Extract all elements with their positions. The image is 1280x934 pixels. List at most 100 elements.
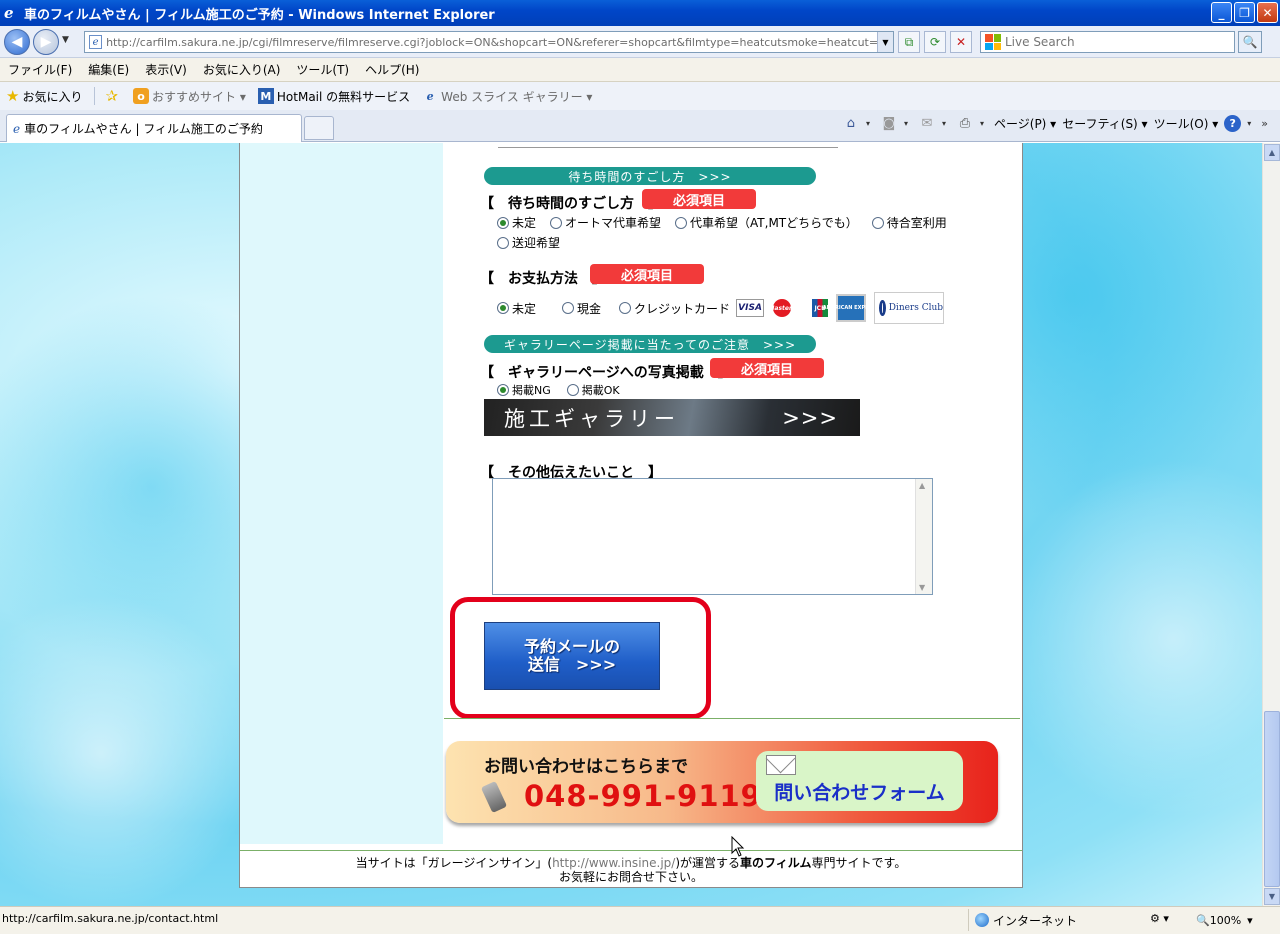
favorites-label: お気に入り <box>22 89 83 104</box>
payment-options: 未定 現金 クレジットカード VISA MasterCard JCB AMERI… <box>497 292 952 324</box>
feeds-icon[interactable]: ◙ <box>880 114 898 132</box>
page-menu[interactable]: ページ(P) ▾ <box>994 115 1056 132</box>
back-button[interactable]: ◀ <box>4 29 30 55</box>
wait-option-undecided[interactable]: 未定 <box>497 214 536 231</box>
gallery-option-ng[interactable]: 掲載NG <box>497 382 551 398</box>
payment-option-undecided[interactable]: 未定 <box>497 300 536 317</box>
radio-button[interactable] <box>675 216 688 229</box>
option-label: 代車希望（AT,MTどちらでも） <box>690 216 858 230</box>
radio-button[interactable] <box>497 302 509 314</box>
scroll-down-icon[interactable]: ▼ <box>1264 888 1280 905</box>
home-icon[interactable]: ⌂ <box>842 114 860 132</box>
radio-button[interactable] <box>497 236 509 249</box>
page-scrollbar[interactable]: ▲ ▼ <box>1262 143 1280 906</box>
footer-link[interactable]: http://www.insine.jp/ <box>552 856 675 870</box>
scroll-up-icon[interactable]: ▲ <box>919 481 925 490</box>
scroll-thumb[interactable] <box>1264 711 1280 887</box>
add-favorite-icon: ✰ <box>105 87 119 105</box>
payment-option-credit[interactable]: クレジットカード <box>619 300 730 317</box>
payment-option-cash[interactable]: 現金 <box>562 300 601 317</box>
refresh-icon[interactable]: ⟳ <box>924 31 946 53</box>
contact-phone: 048-991-9119 <box>524 779 762 813</box>
radio-button[interactable] <box>550 216 563 229</box>
address-dropdown-icon[interactable]: ▼ <box>877 32 893 52</box>
page-icon: e <box>89 35 103 49</box>
separator <box>94 87 96 105</box>
maximize-button[interactable]: ❐ <box>1234 2 1255 23</box>
footer: 当サイトは「ガレージインサイン」(http://www.insine.jp/)が… <box>240 856 1022 884</box>
footer-line1: 当サイトは「ガレージインサイン」(http://www.insine.jp/)が… <box>240 856 1022 870</box>
radio-button[interactable] <box>619 302 632 314</box>
wait-option-auto-car[interactable]: オートマ代車希望 <box>550 214 661 231</box>
visa-logo: VISA <box>736 299 765 317</box>
title-bar: e 車のフィルムやさん | フィルム施工のご予約 - Windows Inter… <box>0 0 1280 26</box>
search-icon[interactable]: 🔍 <box>1238 31 1262 53</box>
suggested-sites-link[interactable]: o おすすめサイト ▾ <box>133 88 246 105</box>
hotmail-link[interactable]: M HotMail の無料サービス <box>257 88 411 105</box>
chevron-icon[interactable]: » <box>1261 117 1268 130</box>
option-label: 現金 <box>577 301 602 316</box>
contact-form-button[interactable]: 問い合わせフォーム <box>756 751 963 811</box>
gallery-option-ok[interactable]: 掲載OK <box>566 382 620 398</box>
menu-tools[interactable]: ツール(T) <box>296 61 349 78</box>
menu-edit[interactable]: 編集(E) <box>88 61 129 78</box>
textarea-scrollbar[interactable]: ▲ ▼ <box>915 479 932 594</box>
gallery-section-bar[interactable]: ギャラリーページ掲載に当たってのご注意 >>> <box>484 335 816 353</box>
wait-option-pickup[interactable]: 送迎希望 <box>497 234 560 251</box>
close-button[interactable]: ✕ <box>1257 2 1278 23</box>
help-icon[interactable]: ? <box>1224 114 1242 132</box>
stop-icon[interactable]: ✕ <box>950 31 972 53</box>
footer-line2: お気軽にお問合せ下さい。 <box>558 870 703 884</box>
history-dropdown-icon[interactable]: ▼ <box>62 35 69 45</box>
radio-button[interactable] <box>562 302 575 314</box>
compatibility-view-icon[interactable]: ⧉ <box>898 31 920 53</box>
mail-icon[interactable]: ✉ <box>918 114 936 132</box>
tools-menu[interactable]: ツール(O) ▾ <box>1154 115 1219 132</box>
protected-mode-icon[interactable]: ⚙ ▾ <box>1150 912 1169 925</box>
safety-menu[interactable]: セーフティ(S) ▾ <box>1062 115 1147 132</box>
forward-button[interactable]: ▶ <box>33 29 59 55</box>
send-reservation-button[interactable]: 予約メールの 送信 >>> <box>484 622 660 690</box>
search-box[interactable] <box>980 31 1235 53</box>
window-title: 車のフィルムやさん | フィルム施工のご予約 - Windows Interne… <box>24 7 495 23</box>
zoom-control[interactable]: 🔍 100% ▾ <box>1196 909 1253 931</box>
page-content: 待ち時間のすごし方 >>> 【 待ち時間のすごし方 】 必須項目 未定 オートマ… <box>239 143 1023 888</box>
option-label: 待合室利用 <box>886 216 947 230</box>
comments-textarea[interactable]: ▲ ▼ <box>492 478 933 595</box>
radio-button[interactable] <box>871 216 884 229</box>
footer-divider <box>240 850 1022 851</box>
menu-favorites[interactable]: お気に入り(A) <box>203 61 281 78</box>
hotmail-label: HotMail の無料サービス <box>276 89 411 104</box>
scroll-down-icon[interactable]: ▼ <box>919 583 925 592</box>
tab-current[interactable]: e 車のフィルムやさん | フィルム施工のご予約 <box>6 114 302 142</box>
contact-lead: お問い合わせはこちらまで <box>484 757 688 777</box>
radio-button[interactable] <box>566 384 579 396</box>
cut-off-row <box>498 143 838 148</box>
address-bar[interactable]: e http://carfilm.sakura.ne.jp/cgi/filmre… <box>84 31 894 53</box>
add-favorite-button[interactable]: ✰ <box>105 87 121 105</box>
search-input[interactable] <box>1005 35 1225 49</box>
menu-help[interactable]: ヘルプ(H) <box>365 61 419 78</box>
scroll-up-icon[interactable]: ▲ <box>1264 144 1280 161</box>
wait-option-waiting-room[interactable]: 待合室利用 <box>871 214 947 231</box>
gallery-banner-link[interactable]: 施工ギャラリー >>> <box>484 399 860 436</box>
minimize-button[interactable]: _ <box>1211 2 1232 23</box>
footer-bold: 車のフィルム <box>740 856 812 870</box>
radio-button[interactable] <box>497 384 509 396</box>
option-label: オートマ代車希望 <box>565 216 662 230</box>
tab-label: 車のフィルムやさん | フィルム施工のご予約 <box>24 122 263 136</box>
menu-file[interactable]: ファイル(F) <box>8 61 72 78</box>
zoom-dropdown-icon[interactable]: ▾ <box>1247 914 1253 927</box>
wait-option-any-car[interactable]: 代車希望（AT,MTどちらでも） <box>675 214 858 231</box>
radio-button[interactable] <box>497 216 509 229</box>
favorites-button[interactable]: ★ お気に入り <box>6 87 82 105</box>
menu-view[interactable]: 表示(V) <box>145 61 187 78</box>
window-controls: _ ❐ ✕ <box>1211 2 1278 23</box>
new-tab-button[interactable] <box>304 116 334 140</box>
print-icon[interactable]: ⎙ <box>956 114 974 132</box>
wait-section-bar[interactable]: 待ち時間のすごし方 >>> <box>484 167 816 185</box>
zoom-level: 100% <box>1209 913 1242 927</box>
required-badge: 必須項目 <box>642 189 756 209</box>
address-url[interactable]: http://carfilm.sakura.ne.jp/cgi/filmrese… <box>106 36 893 49</box>
web-slice-gallery-link[interactable]: e Web スライス ギャラリー ▾ <box>422 88 593 105</box>
